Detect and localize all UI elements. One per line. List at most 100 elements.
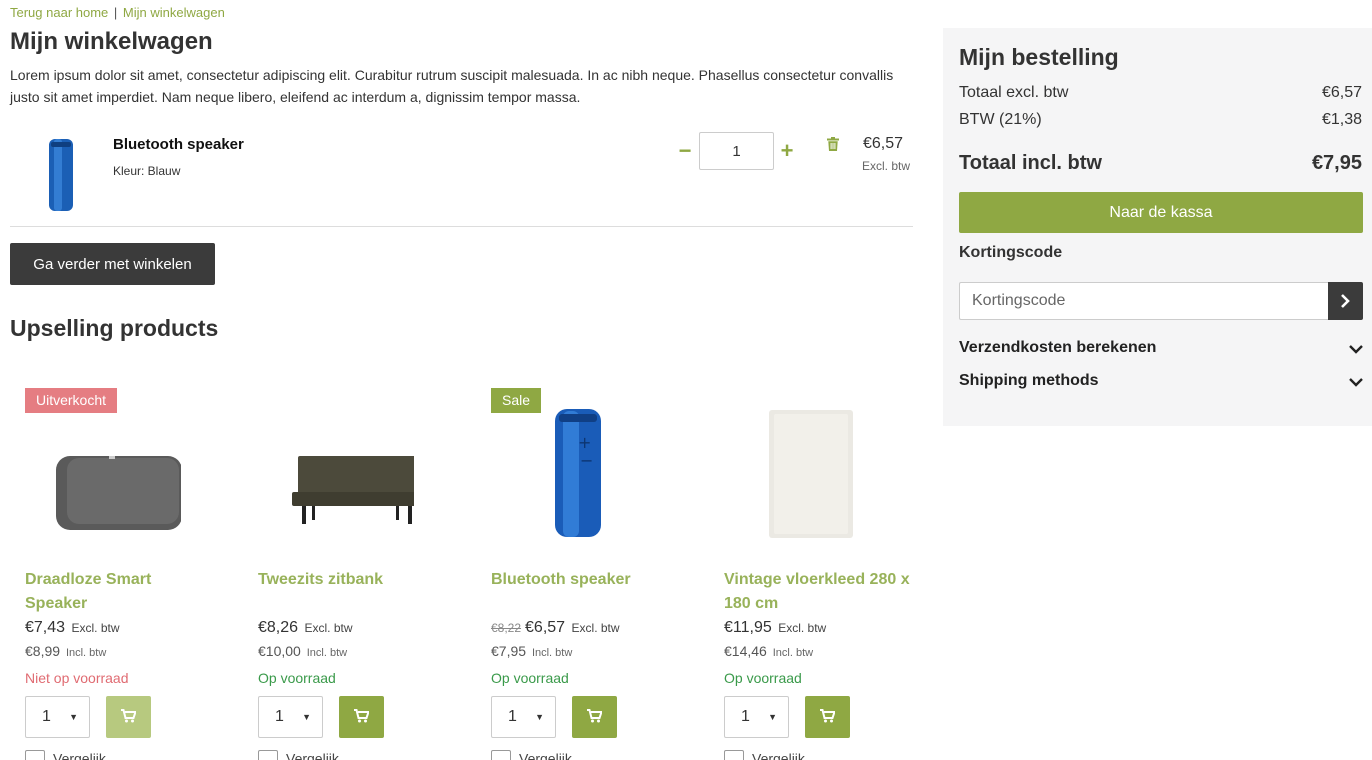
add-to-cart-button[interactable] <box>572 696 617 738</box>
shipping-methods-label: Shipping methods <box>959 372 1099 389</box>
quantity-input[interactable] <box>699 132 774 170</box>
caret-down-icon: ▼ <box>535 712 544 722</box>
page-intro: Lorem ipsum dolor sit amet, consectetur … <box>10 67 894 105</box>
breadcrumb-current-link[interactable]: Mijn winkelwagen <box>123 5 225 20</box>
svg-text:+: + <box>578 433 591 452</box>
chevron-right-icon <box>1341 294 1350 308</box>
compare-label: Vergelijk <box>53 750 106 760</box>
checkbox-box[interactable] <box>491 750 511 760</box>
shipping-calc-label: Verzendkosten berekenen <box>959 339 1157 356</box>
product-price-tag: Excl. btw <box>71 621 120 635</box>
checkbox-box[interactable] <box>724 750 744 760</box>
product-name[interactable]: Draadloze Smart Speaker <box>25 568 215 616</box>
product-incl-value: €14,46 <box>724 643 767 659</box>
checkbox-box[interactable] <box>25 750 45 760</box>
product-card: Sale + − Bluetooth speaker €8,22 €6,57 Ex… <box>491 388 701 760</box>
product-price: €7,43 Excl. btw <box>25 619 120 637</box>
product-old-price: €8,22 <box>491 621 522 635</box>
total-value: €7,95 <box>1311 152 1362 174</box>
product-incl-price: €7,95 Incl. btw <box>491 643 572 659</box>
trash-icon[interactable] <box>827 137 839 151</box>
quantity-select[interactable]: 1 ▼ <box>724 696 789 738</box>
product-card: Uitverkocht Draadloze Smart Speaker €7,4… <box>25 388 235 760</box>
shipping-calc-accordion[interactable]: Verzendkosten berekenen <box>959 339 1363 357</box>
quantity-select-value: 1 <box>42 708 51 725</box>
rug-icon[interactable] <box>744 408 880 538</box>
product-price-value: €11,95 <box>724 619 772 636</box>
subtotal-row: Totaal excl. btw €6,57 <box>959 84 1362 102</box>
smart-speaker-icon[interactable] <box>45 408 181 538</box>
product-card: Tweezits zitbank €8,26 Excl. btw €10,00 … <box>258 388 468 760</box>
product-incl-value: €7,95 <box>491 643 527 659</box>
checkbox-box[interactable] <box>258 750 278 760</box>
product-incl-price: €10,00 Incl. btw <box>258 643 347 659</box>
quantity-increase-button[interactable]: + <box>777 140 797 162</box>
compare-checkbox[interactable]: Vergelijk <box>491 750 572 760</box>
breadcrumb-home-link[interactable]: Terug naar home <box>10 5 108 20</box>
continue-shopping-button[interactable]: Ga verder met winkelen <box>10 243 215 285</box>
stock-status: Op voorraad <box>258 670 336 686</box>
product-incl-price: €14,46 Incl. btw <box>724 643 813 659</box>
product-price: €8,26 Excl. btw <box>258 619 353 637</box>
order-summary-title: Mijn bestelling <box>959 44 1119 70</box>
compare-label: Vergelijk <box>519 750 572 760</box>
compare-label: Vergelijk <box>286 750 339 760</box>
quantity-select[interactable]: 1 ▼ <box>491 696 556 738</box>
quantity-select-value: 1 <box>508 708 517 725</box>
total-label: Totaal incl. btw <box>959 152 1102 174</box>
cart-item-row: Bluetooth speaker Kleur: Blauw − + €6,57… <box>10 126 913 227</box>
product-price-value: €6,57 <box>525 619 566 636</box>
product-price-value: €8,26 <box>258 619 299 636</box>
product-name[interactable]: Tweezits zitbank <box>258 568 448 592</box>
product-name[interactable]: Vintage vloerkleed 280 x 180 cm <box>724 568 914 616</box>
discount-code-input[interactable] <box>959 282 1329 320</box>
chevron-down-icon <box>1349 378 1363 387</box>
quantity-select[interactable]: 1 ▼ <box>25 696 90 738</box>
blue-speaker-icon <box>49 139 73 211</box>
vat-value: €1,38 <box>1321 111 1362 128</box>
cart-item-name: Bluetooth speaker <box>113 136 244 153</box>
shipping-methods-accordion[interactable]: Shipping methods <box>959 372 1363 390</box>
shopping-cart-icon <box>121 709 136 723</box>
vat-label: BTW (21%) <box>959 111 1042 128</box>
add-to-cart-button[interactable] <box>106 696 151 738</box>
quantity-select-value: 1 <box>275 708 284 725</box>
product-price-tag: Excl. btw <box>304 621 353 635</box>
product-name[interactable]: Bluetooth speaker <box>491 568 681 592</box>
product-incl-price: €8,99 Incl. btw <box>25 643 106 659</box>
shopping-cart-icon <box>820 709 835 723</box>
stock-status: Op voorraad <box>491 670 569 686</box>
total-row: Totaal incl. btw €7,95 <box>959 152 1362 175</box>
caret-down-icon: ▼ <box>302 712 311 722</box>
add-to-cart-button[interactable] <box>805 696 850 738</box>
breadcrumb: Terug naar home | Mijn winkelwagen <box>10 5 225 20</box>
compare-label: Vergelijk <box>752 750 805 760</box>
product-incl-tag: Incl. btw <box>306 647 348 659</box>
product-incl-tag: Incl. btw <box>531 647 573 659</box>
product-incl-value: €8,99 <box>25 643 61 659</box>
stock-status: Op voorraad <box>724 670 802 686</box>
product-price-value: €7,43 <box>25 619 66 636</box>
quantity-select[interactable]: 1 ▼ <box>258 696 323 738</box>
cart-item-price-note: Excl. btw <box>861 159 910 173</box>
bench-sofa-icon[interactable] <box>278 408 414 538</box>
product-incl-value: €10,00 <box>258 643 301 659</box>
compare-checkbox[interactable]: Vergelijk <box>25 750 106 760</box>
breadcrumb-separator: | <box>113 5 118 20</box>
blue-speaker-icon[interactable]: + − <box>511 408 647 538</box>
cart-item-price: €6,57 <box>862 135 903 152</box>
vat-row: BTW (21%) €1,38 <box>959 111 1362 129</box>
compare-checkbox[interactable]: Vergelijk <box>724 750 805 760</box>
quantity-decrease-button[interactable]: − <box>675 140 695 162</box>
page-title: Mijn winkelwagen <box>10 28 213 55</box>
subtotal-label: Totaal excl. btw <box>959 84 1069 101</box>
product-card: Vintage vloerkleed 280 x 180 cm €11,95 E… <box>724 388 934 760</box>
upsell-title: Upselling products <box>10 315 219 341</box>
shopping-cart-icon <box>354 709 369 723</box>
apply-discount-button[interactable] <box>1328 282 1363 320</box>
add-to-cart-button[interactable] <box>339 696 384 738</box>
product-price-tag: Excl. btw <box>571 621 620 635</box>
checkout-button[interactable]: Naar de kassa <box>959 192 1363 233</box>
compare-checkbox[interactable]: Vergelijk <box>258 750 339 760</box>
product-incl-tag: Incl. btw <box>65 647 107 659</box>
